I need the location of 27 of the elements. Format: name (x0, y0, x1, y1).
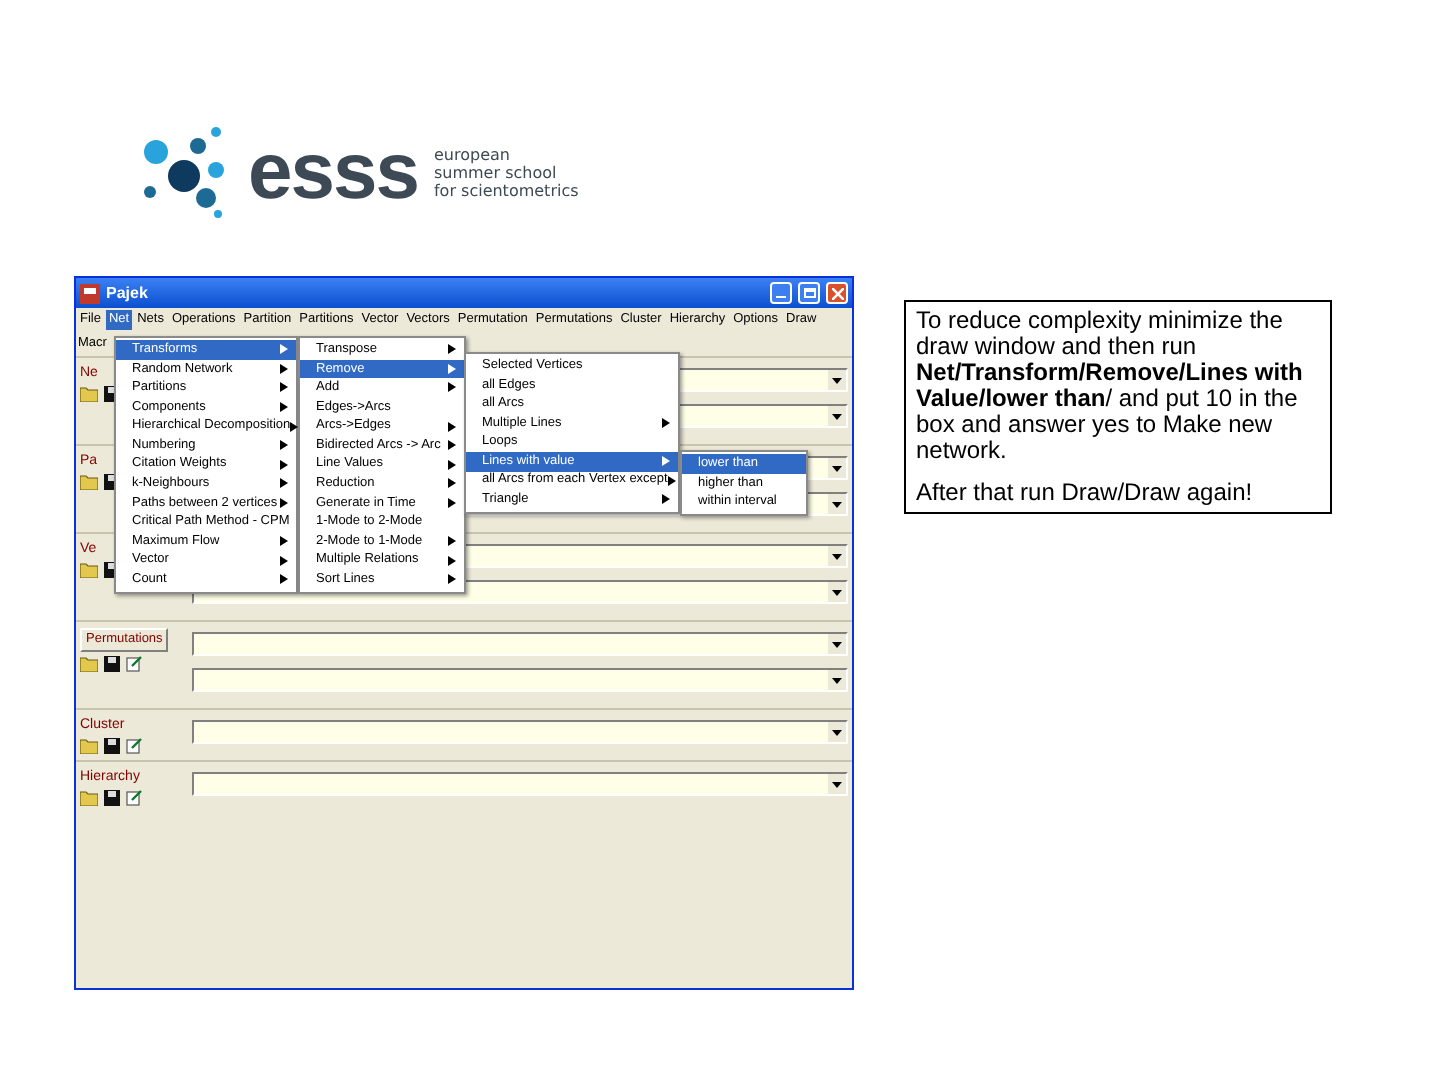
app-icon (80, 283, 100, 303)
edit-icon[interactable] (126, 790, 142, 806)
logo-tagline: european (433, 145, 512, 163)
edit-icon[interactable] (126, 655, 142, 672)
save-icon[interactable] (104, 655, 120, 672)
save-icon[interactable] (104, 738, 120, 754)
logo-tagline: for scientometrics (433, 181, 579, 199)
minimize-button[interactable] (770, 282, 792, 304)
folder-icon[interactable] (80, 474, 98, 490)
maximize-button[interactable] (798, 282, 820, 304)
close-icon[interactable] (831, 287, 843, 299)
edit-icon[interactable] (126, 738, 142, 754)
dropdown-field[interactable] (192, 720, 848, 744)
logo-tagline: summer school (433, 163, 559, 181)
folder-icon[interactable] (80, 790, 98, 806)
save-icon[interactable] (104, 790, 120, 806)
window-title: Pajek (106, 281, 150, 305)
folder-icon[interactable] (80, 738, 98, 754)
folder-icon[interactable] (80, 562, 98, 578)
dropdown-field[interactable] (192, 632, 848, 656)
dropdown-field[interactable] (192, 668, 848, 692)
note-paragraph: To reduce complexity minimize the draw window and then run Net/Transform/Remove/Lines with Value/lower than/ and put 10 in the box and answer yes to Make new network. (916, 308, 1305, 464)
close-button[interactable] (826, 282, 848, 304)
dropdown-field[interactable] (192, 772, 848, 796)
logo-wordmark: esss (248, 132, 418, 212)
note-paragraph: After that run Draw/Draw again! (916, 480, 1255, 506)
folder-icon[interactable] (80, 386, 98, 402)
